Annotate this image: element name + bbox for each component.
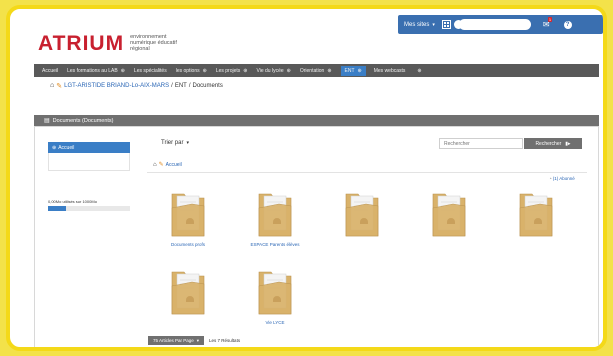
folder-item[interactable] [416,190,482,242]
pencil-icon: ✎ [56,82,63,90]
atrium-logo: ATRIUM [38,31,125,55]
breadcrumb-site-link[interactable]: LGT-ARISTIDE BRIAND-Lo-AIX-MARS [64,83,169,89]
rss-icon: ◔ [549,176,552,181]
results-count: Les 7 Résultats [209,338,241,343]
pencil-icon: ✎ [158,162,164,168]
nav-item-formations[interactable]: Les formations au LAB ⊕ [67,68,125,74]
nav-item-ent[interactable]: ENT ⊕ [340,65,366,76]
toggle-icon: ▮▸ [565,140,571,147]
breadcrumb-current: Documents [192,82,223,89]
search-input[interactable] [439,138,523,149]
folder-icon [242,268,308,316]
folder-icon: ▤ [44,118,50,124]
breadcrumb-separator: / [188,82,191,89]
folder-label[interactable]: ESPACE Parents élèves [242,242,308,247]
folder-breadcrumb: ⌂ ✎ Accueil [153,161,182,169]
documents-panel-header: ▤ Documents (Documents) [34,115,599,126]
user-bar: Mes sites ▾ ✉ 1 ? [398,15,603,34]
folder-item[interactable] [155,268,221,320]
folder-icon [503,190,569,238]
plus-circle-icon[interactable]: ⊕ [287,68,291,74]
plus-circle-icon[interactable]: ⊕ [243,68,247,74]
storage-quota-text: 0,00Mo utilisés sur 1000Mo [48,199,97,204]
panel-title: Documents (Documents) [52,117,114,124]
folder-item[interactable]: Vie LYCE [242,268,308,325]
subscribe-link[interactable]: ◔(1) Abonné [549,176,575,181]
screenshot-frame: ATRIUM environnement numérique éducatif … [6,5,607,351]
home-icon[interactable]: ⌂ [153,162,157,168]
sidebar-home-button[interactable]: ⊕ Accueil [48,142,130,153]
top-navigation: Accueil Les formations au LAB ⊕ Les spéci… [34,64,599,77]
folder-tree [48,153,130,171]
folder-item[interactable]: ESPACE Parents élèves [242,190,308,247]
folder-item[interactable] [503,190,569,242]
grid-icon[interactable] [441,20,451,29]
user-profile-pill[interactable] [453,19,531,30]
folder-label[interactable]: Documents profs [155,242,221,247]
breadcrumb: ⌂ ✎ LGT-ARISTIDE BRIAND-Lo-AIX-MARS / EN… [50,81,223,90]
per-page-dropdown[interactable]: 75 Articles Par Page ▾ [148,336,205,345]
pagination: 75 Articles Par Page ▾ Les 7 Résultats [148,336,240,345]
folder-breadcrumb-home[interactable]: Accueil [166,162,182,168]
divider [147,172,587,173]
plus-icon: ⊕ [52,144,57,151]
documents-toolbar: Trier par▾ Rechercher▮▸ [147,137,587,152]
folder-icon [155,190,221,238]
mail-icon[interactable]: ✉ 1 [543,17,553,29]
folder-icon [155,268,221,316]
plus-circle-icon[interactable]: ⊕ [327,68,331,74]
chevron-down-icon[interactable]: ▾ [432,22,435,28]
plus-circle-icon[interactable]: ⊕ [121,68,125,74]
nav-item-options[interactable]: les options ⊕ [176,68,207,74]
nav-item-last[interactable]: ⊕ [414,68,421,74]
plus-circle-icon[interactable]: ⊕ [417,68,421,74]
chevron-down-icon: ▾ [196,337,200,343]
nav-item-orientation[interactable]: Orientation ⊕ [300,68,332,74]
notification-badge: 1 [547,17,553,22]
nav-item-vie-lycee[interactable]: Vie du lycée ⊕ [257,68,291,74]
plus-circle-icon[interactable]: ⊕ [358,68,362,74]
nav-item-webcasts[interactable]: Mes webcasts [374,68,406,74]
folder-icon [242,190,308,238]
documents-sidebar: ⊕ Accueil 0,00Mo utilisés sur 1000Mo [48,142,130,211]
chevron-down-icon: ▾ [186,140,189,146]
folder-icon [416,190,482,238]
help-icon[interactable]: ? [563,20,572,29]
folder-icon [329,190,395,238]
sort-dropdown[interactable]: Trier par ▾ [161,140,189,146]
brand[interactable]: ATRIUM environnement numérique éducatif … [38,31,192,55]
my-sites-menu[interactable]: Mes sites [404,22,429,28]
plus-circle-icon[interactable]: ⊕ [203,68,207,74]
brand-tagline: environnement numérique éducatif régiona… [130,33,177,53]
storage-quota-fill [48,206,67,211]
nav-item-accueil[interactable]: Accueil [42,68,58,74]
storage-quota-bar [48,206,130,211]
nav-item-projets[interactable]: Les projets ⊕ [216,68,248,74]
home-icon[interactable]: ⌂ [50,82,54,89]
breadcrumb-separator: / [171,82,173,89]
breadcrumb-ent[interactable]: ENT [175,83,187,89]
documents-panel: ⊕ Accueil 0,00Mo utilisés sur 1000Mo Tri… [34,126,599,347]
nav-item-specialites[interactable]: Les spécialités [134,68,167,74]
folder-item[interactable]: Documents profs [155,190,221,247]
folder-label[interactable]: Vie LYCE [242,320,308,325]
folder-item[interactable] [329,190,395,242]
search-button[interactable]: Rechercher ▮▸ [524,138,582,149]
